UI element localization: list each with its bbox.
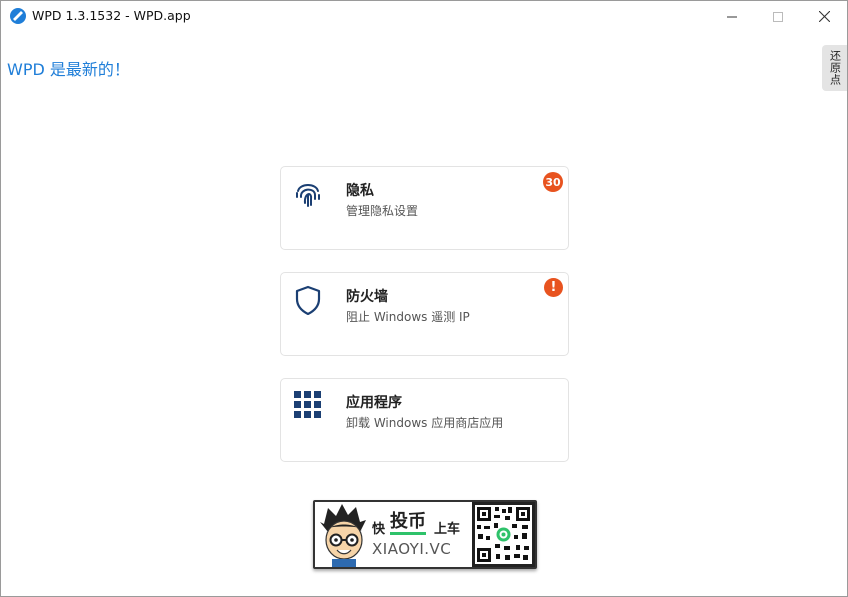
privacy-subtitle: 管理隐私设置 [346,204,419,218]
restore-point-label: 还原点 [828,50,842,86]
firewall-card[interactable]: 防火墙 阻止 Windows 遥测 IP ! [280,272,569,356]
close-button[interactable] [801,1,847,32]
grid-apps-icon [294,391,321,418]
window-title: WPD 1.3.1532 - WPD.app [32,8,191,23]
firewall-subtitle: 阻止 Windows 遥测 IP [346,310,470,324]
promo-banner[interactable]: 快 投币 上车 XIAOYI.VC [313,500,537,569]
qr-code-icon [472,502,535,567]
app-logo-icon [10,8,26,24]
qr-code-area [472,502,535,567]
close-icon [818,11,830,22]
privacy-count-badge: 30 [543,172,563,192]
update-status-text: WPD 是最新的！ [7,60,130,79]
firewall-alert-badge: ! [544,278,563,297]
banner-text-quick: 快 [372,522,386,537]
minimize-icon [727,16,737,17]
banner-site: XIAOYI.VC [372,540,452,558]
maximize-icon [773,11,783,22]
maximize-button[interactable] [755,1,801,32]
title-bar: WPD 1.3.1532 - WPD.app [1,1,847,32]
privacy-card[interactable]: 隐私 管理隐私设置 30 [280,166,569,250]
firewall-title: 防火墙 [346,289,388,305]
banner-text-board: 上车 [434,522,461,537]
avatar [320,504,366,567]
fingerprint-icon [296,184,320,207]
apps-title: 应用程序 [346,395,402,411]
shield-icon [295,285,321,315]
restore-point-button[interactable]: 还原点 [822,45,847,91]
minimize-button[interactable] [709,1,755,32]
banner-text-coin: 投币 [390,512,426,535]
apps-subtitle: 卸载 Windows 应用商店应用 [346,416,504,430]
banner-left: 快 投币 上车 XIAOYI.VC [315,502,470,567]
privacy-title: 隐私 [346,183,374,199]
apps-card[interactable]: 应用程序 卸载 Windows 应用商店应用 [280,378,569,462]
